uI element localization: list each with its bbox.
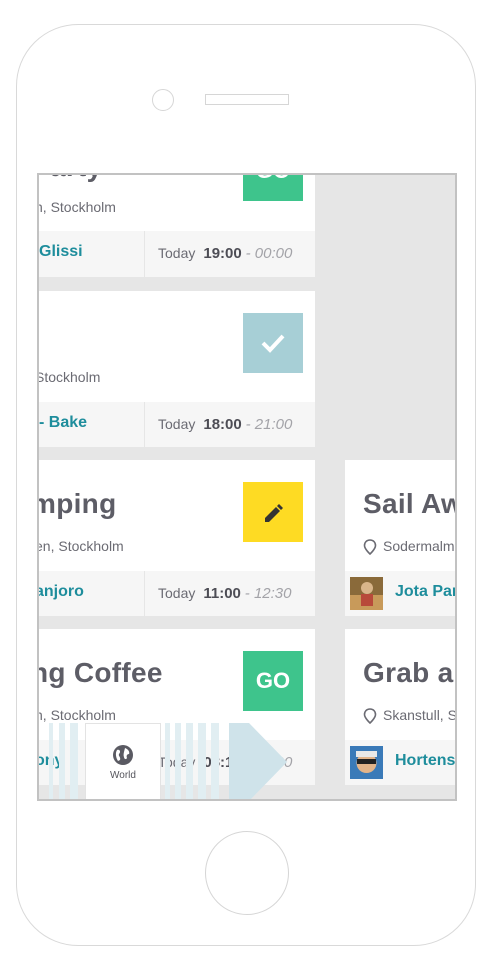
host-name[interactable]: Glissi [39,243,83,261]
event-card[interactable]: Grab a Skanstull, S Hortens [345,629,457,785]
bottom-tab-bar: World [39,723,339,801]
event-location: n, Stockholm [39,707,116,723]
camera [152,89,174,111]
event-location: Sodermalm [383,538,455,554]
event-title: ng Coffee [39,657,163,688]
location-pin-icon [363,708,377,724]
event-time: Today 11:00 - 12:30 [158,585,292,602]
divider [144,231,145,277]
avatar [350,577,383,610]
app-screen: Party n, Stockholm GO Glissi Today19:00 … [37,173,457,801]
event-time: Today 18:00 - 21:00 [158,416,293,433]
go-button[interactable]: GO [243,175,303,201]
speaker [205,94,289,105]
event-title: Sail Aw [363,488,457,519]
event-card[interactable]: Stockholm - Bake Today 18:00 - 21:00 [39,291,315,447]
host-name[interactable]: Hortens [395,752,455,770]
event-footer: anjoro Today 11:00 - 12:30 [39,571,315,616]
event-location: Skanstull, S [383,707,457,723]
check-icon [261,334,285,353]
event-location: en, Stockholm [39,538,124,554]
event-title: mping [39,488,117,519]
event-title: Grab a [363,657,454,688]
go-button[interactable]: GO [243,651,303,711]
host-name[interactable]: - Bake [39,414,87,432]
event-card[interactable]: Party n, Stockholm GO Glissi Today19:00 … [39,175,315,277]
divider [144,571,145,616]
host-name[interactable]: Jota Par [395,583,455,601]
event-footer: Glissi Today 19:00 - 00:00 [39,231,315,277]
joined-check-button[interactable] [243,313,303,373]
divider [144,402,145,447]
location-pin-icon [363,539,377,555]
event-location: n, Stockholm [39,199,116,215]
event-card[interactable]: mping en, Stockholm anjoro Today 11:00 - … [39,460,315,616]
home-button[interactable] [205,831,289,915]
event-title: Party [39,175,103,183]
event-footer: Jota Par [345,571,455,616]
tab-world-label: World [110,769,136,781]
event-time: Today 19:00 - 00:00 [158,245,293,262]
host-name[interactable]: anjoro [39,583,84,601]
globe-icon [113,744,133,765]
event-card[interactable]: Sail Aw Sodermalm Jota Par [345,460,457,616]
event-footer: Hortens [345,740,455,785]
tab-world[interactable]: World [85,723,161,799]
event-footer: - Bake Today 18:00 - 21:00 [39,402,315,447]
carousel-arrow[interactable] [229,723,289,801]
event-location: Stockholm [39,369,101,385]
pencil-icon [265,504,283,522]
edit-button[interactable] [243,482,303,542]
avatar [350,746,383,779]
